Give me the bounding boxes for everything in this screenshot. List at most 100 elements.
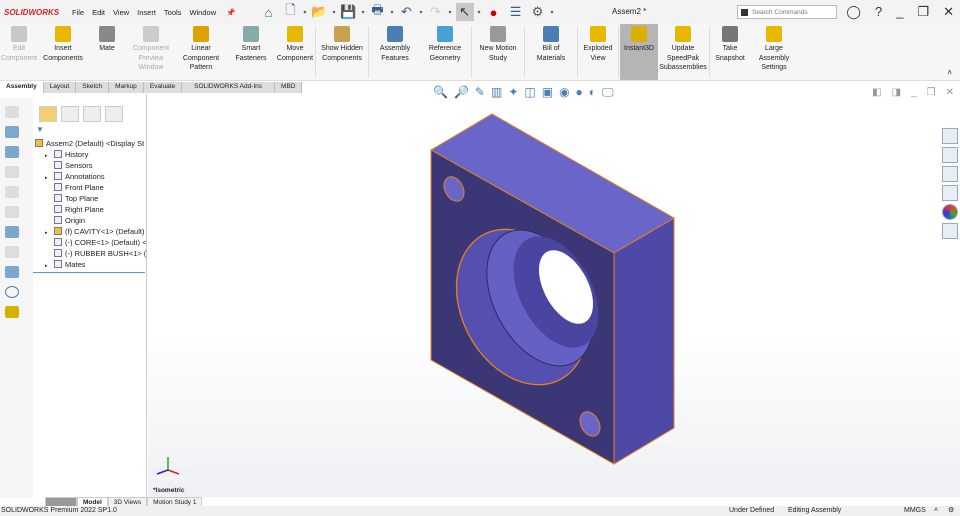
tab-solidworks-add-ins[interactable]: SOLIDWORKS Add-Ins	[182, 82, 276, 93]
menu-insert[interactable]: Insert	[137, 8, 156, 17]
tree-item[interactable]: Right Plane	[33, 204, 146, 215]
toolbar-icon[interactable]	[5, 266, 19, 278]
chevron-down-icon[interactable]: ▾	[361, 9, 364, 16]
toolbar-icon[interactable]	[5, 186, 19, 198]
expand-arrow-icon[interactable]: ▸	[45, 173, 54, 182]
pin-icon[interactable]: 📌	[226, 8, 235, 17]
ribbon-button-bill-of-materials[interactable]: Bill of Materials	[526, 24, 576, 80]
ribbon-button-assembly-features[interactable]: Assembly Features	[370, 24, 420, 80]
chevron-down-icon[interactable]: ▾	[419, 9, 422, 16]
tab-layout[interactable]: Layout	[43, 82, 77, 93]
tree-item[interactable]: ▸ Annotations	[33, 171, 146, 182]
rebuild-status-icon[interactable]: ⚙	[948, 506, 954, 516]
tree-item[interactable]: (-) RUBBER BUSH<1> (De	[33, 248, 146, 259]
tree-item[interactable]: ▸ Mates	[33, 259, 146, 270]
insert-components-icon	[55, 26, 71, 42]
toolbar-icon[interactable]	[5, 226, 19, 238]
toolbar-icon[interactable]	[5, 166, 19, 178]
rollback-bar[interactable]	[33, 272, 145, 273]
user-icon[interactable]: ◯	[846, 4, 861, 20]
close-button[interactable]: ✕	[943, 4, 954, 20]
ribbon-button-mate[interactable]: Mate	[88, 24, 126, 80]
tab-assembly[interactable]: Assembly	[0, 82, 44, 93]
toolbar-icon[interactable]	[5, 106, 19, 118]
tree-item[interactable]: (-) CORE<1> (Default) <<	[33, 237, 146, 248]
property-manager-tab-icon[interactable]	[61, 106, 79, 122]
chevron-down-icon[interactable]: ▾	[449, 9, 452, 16]
ribbon-button-large-assembly-settings[interactable]: Large Assembly Settings	[749, 24, 799, 80]
menu-edit[interactable]: Edit	[92, 8, 105, 17]
chevron-down-icon[interactable]: ▾	[551, 9, 554, 16]
toolbar-icon[interactable]	[5, 146, 19, 158]
ribbon-button-insert-components[interactable]: Insert Components	[38, 24, 88, 80]
ribbon-button-exploded-view[interactable]: Exploded View	[579, 24, 617, 80]
menu-tools[interactable]: Tools	[164, 8, 182, 17]
ribbon-separator	[577, 26, 578, 78]
graphics-viewport[interactable]: 🔍 🔎 ✎ ▥ ✦ ◫ ▣ ◉ ● ◐ 🖵 ◧ ◨ _ ❐ ✕ *Isometric	[148, 82, 960, 497]
expand-arrow-icon[interactable]: ▸	[45, 261, 54, 270]
tree-node-icon	[54, 238, 62, 246]
chevron-down-icon[interactable]: ▾	[478, 9, 481, 16]
ribbon-button-show-hidden-components[interactable]: Show Hidden Components	[317, 24, 367, 80]
undo-icon[interactable]: ↶	[397, 3, 415, 21]
toolbar-icon[interactable]	[5, 246, 19, 258]
chevron-down-icon[interactable]: ▾	[332, 9, 335, 16]
menu-window[interactable]: Window	[189, 8, 216, 17]
toolbar-icon[interactable]	[5, 206, 19, 218]
ribbon-button-component-preview-window[interactable]: Component Preview Window	[126, 24, 176, 80]
expand-arrow-icon[interactable]: ▸	[45, 228, 54, 237]
new-document-icon[interactable]: 🗋	[281, 2, 299, 21]
print-icon[interactable]: 🖶	[368, 2, 386, 21]
tree-item[interactable]: Front Plane	[33, 182, 146, 193]
file-properties-icon[interactable]: ☰	[507, 3, 525, 21]
restore-button[interactable]: ❐	[917, 4, 929, 20]
chevron-up-icon[interactable]: ˄	[934, 506, 938, 516]
menu-view[interactable]: View	[113, 8, 129, 17]
model-graphics[interactable]	[148, 82, 960, 497]
ribbon-button-linear-component-pattern[interactable]: Linear Component Pattern	[176, 24, 226, 80]
tab-mbd[interactable]: MBD	[275, 82, 303, 93]
collapse-ribbon-icon[interactable]: ˄	[947, 68, 952, 77]
open-icon[interactable]: 📂	[310, 3, 328, 21]
ribbon-button-label: Smart Fasteners	[235, 45, 267, 62]
ribbon-button-instant3d[interactable]: Instant3D	[620, 24, 658, 80]
filter-icon[interactable]: ▼	[36, 125, 146, 134]
tab-markup[interactable]: Markup	[109, 82, 144, 93]
tab-evaluate[interactable]: Evaluate	[143, 82, 183, 93]
block-right-face[interactable]	[613, 217, 675, 465]
curve-icon[interactable]	[5, 286, 19, 298]
ribbon-button-smart-fasteners[interactable]: Smart Fasteners	[226, 24, 276, 80]
tab-sketch[interactable]: Sketch	[76, 82, 110, 93]
menu-file[interactable]: File	[72, 8, 84, 17]
chevron-down-icon[interactable]: ▾	[303, 9, 306, 16]
feature-manager-tab-icon[interactable]	[39, 106, 57, 122]
redo-icon[interactable]: ↷	[427, 3, 445, 21]
tree-item[interactable]: Assem2 (Default) <Display St	[33, 138, 146, 149]
chevron-down-icon[interactable]: ▾	[390, 9, 393, 16]
options-gear-icon[interactable]: ⚙	[529, 3, 547, 21]
tree-item[interactable]: Sensors	[33, 160, 146, 171]
expand-arrow-icon[interactable]: ▸	[45, 151, 54, 160]
ribbon-button-take-snapshot[interactable]: Take Snapshot	[711, 24, 749, 80]
ribbon-button-update-speedpak-subassemblies[interactable]: Update SpeedPak Subassemblies	[658, 24, 708, 80]
ribbon-button-new-motion-study[interactable]: New Motion Study	[473, 24, 523, 80]
dimxpert-tab-icon[interactable]	[105, 106, 123, 122]
unit-system-selector[interactable]: MMGS	[904, 506, 926, 516]
tree-item[interactable]: Top Plane	[33, 193, 146, 204]
tree-item[interactable]: ▸ History	[33, 149, 146, 160]
tree-item[interactable]: ▸ (f) CAVITY<1> (Default) <	[33, 226, 146, 237]
save-icon[interactable]: 💾	[339, 3, 357, 21]
ribbon-button-move-component[interactable]: Move Component	[276, 24, 314, 80]
ribbon-button-reference-geometry[interactable]: Reference Geometry	[420, 24, 470, 80]
ribbon-button-edit-component[interactable]: Edit Component	[0, 24, 38, 80]
configuration-manager-tab-icon[interactable]	[83, 106, 101, 122]
rebuild-traffic-light-icon[interactable]: ●	[485, 3, 503, 21]
search-commands-input[interactable]: Search Commands	[737, 5, 837, 19]
minimize-button[interactable]: _	[896, 4, 903, 20]
instant3d-icon[interactable]	[5, 306, 19, 318]
toolbar-icon[interactable]	[5, 126, 19, 138]
tree-item[interactable]: Origin	[33, 215, 146, 226]
select-arrow-icon[interactable]: ↖	[455, 3, 474, 21]
help-icon[interactable]: ?	[875, 4, 882, 20]
home-icon[interactable]: ⌂	[259, 3, 277, 21]
